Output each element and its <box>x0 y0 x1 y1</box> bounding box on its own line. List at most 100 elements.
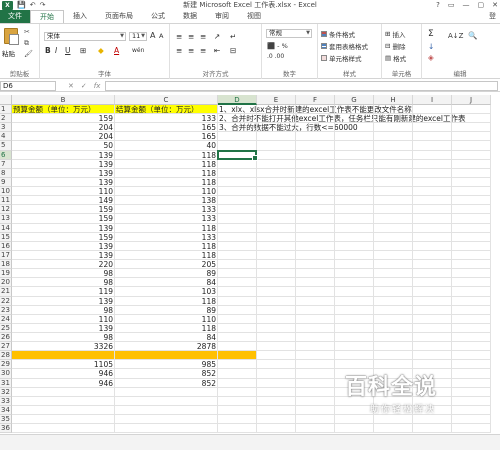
cell-c[interactable]: 2878 <box>115 342 218 351</box>
row-header[interactable]: 2 <box>0 114 12 124</box>
row-header[interactable]: 29 <box>0 360 12 370</box>
tab-data[interactable]: 数据 <box>174 10 206 23</box>
row-header[interactable]: 14 <box>0 223 12 233</box>
formula-input[interactable] <box>105 81 498 91</box>
align-center-icon[interactable]: ≡ <box>188 46 194 55</box>
row-header[interactable]: 36 <box>0 424 12 434</box>
row-header[interactable]: 23 <box>0 305 12 315</box>
insert-function-icon[interactable]: fx <box>94 81 101 91</box>
column-header-j[interactable]: J <box>452 95 491 105</box>
column-header-e[interactable]: E <box>257 95 296 105</box>
cell-c[interactable] <box>115 415 218 424</box>
row-header[interactable]: 33 <box>0 396 12 406</box>
tab-page-layout[interactable]: 页面布局 <box>96 10 142 23</box>
minimize-icon[interactable]: — <box>463 0 470 10</box>
autosum-icon[interactable]: Σ <box>428 29 434 39</box>
row-header[interactable]: 34 <box>0 405 12 416</box>
tab-insert[interactable]: 插入 <box>64 10 96 23</box>
insert-cells-button[interactable]: ⊞ 插入 <box>385 29 405 39</box>
bold-button[interactable]: B <box>45 46 51 55</box>
cell-c[interactable]: 118 <box>115 160 218 169</box>
row-header[interactable]: 32 <box>0 387 12 397</box>
column-header-d[interactable]: D <box>218 95 257 105</box>
cell-c[interactable]: 110 <box>115 315 218 324</box>
row-header[interactable]: 25 <box>0 323 12 333</box>
fill-down-icon[interactable]: ↓ <box>428 42 434 51</box>
copy-icon[interactable]: ⧉ <box>24 39 29 48</box>
row-header[interactable]: 27 <box>0 342 12 352</box>
tab-home[interactable]: 开始 <box>30 10 64 23</box>
orientation-icon[interactable]: ↗ <box>214 32 220 41</box>
cell-c[interactable]: 118 <box>115 224 218 233</box>
ribbon-display-icon[interactable]: ▭ <box>448 0 455 10</box>
row-header[interactable]: 5 <box>0 141 12 151</box>
align-right-icon[interactable]: ≡ <box>200 46 206 55</box>
cell-c[interactable]: 133 <box>115 114 218 123</box>
cell-b[interactable]: 159 <box>12 214 115 223</box>
row-header[interactable]: 21 <box>0 287 12 297</box>
row-header[interactable]: 1 <box>0 105 12 115</box>
cell-c[interactable]: 结算金额（单位：万元） <box>116 105 219 114</box>
cell-b[interactable]: 3326 <box>12 342 115 351</box>
cell-b[interactable]: 110 <box>12 315 115 324</box>
delete-cells-button[interactable]: ⊟ 删除 <box>385 41 405 51</box>
conditional-format-button[interactable]: 条件格式 <box>321 29 355 39</box>
italic-button[interactable]: I <box>55 46 57 55</box>
font-color-icon[interactable]: A <box>114 46 119 55</box>
cell-b[interactable]: 98 <box>12 278 115 287</box>
cell-c[interactable]: 103 <box>115 287 218 296</box>
cancel-icon[interactable]: ✕ <box>68 81 74 91</box>
row-header[interactable]: 28 <box>0 351 12 361</box>
sort-filter-icon[interactable]: A↓Z <box>448 32 463 40</box>
phonetic-icon[interactable]: wén <box>132 47 144 54</box>
cell-c[interactable] <box>115 424 218 433</box>
note-text[interactable]: 1、xlx、xlsx合并时新建的excel工作表不能更改文件名称 <box>219 105 412 114</box>
cell-b[interactable]: 110 <box>12 187 115 196</box>
row-header[interactable]: 18 <box>0 260 12 270</box>
row-header[interactable]: 31 <box>0 378 12 388</box>
column-header-h[interactable]: H <box>374 95 413 105</box>
cell-b[interactable]: 139 <box>12 178 115 187</box>
enter-icon[interactable]: ✓ <box>81 81 87 91</box>
cell-c[interactable] <box>115 388 218 397</box>
cell-b[interactable]: 98 <box>12 306 115 315</box>
cell-c[interactable]: 89 <box>115 306 218 315</box>
cell-b[interactable]: 1105 <box>12 360 115 369</box>
cell-c[interactable]: 118 <box>115 251 218 260</box>
cell-b[interactable]: 139 <box>12 324 115 333</box>
paste-button[interactable]: 粘贴 <box>2 48 15 58</box>
cell-b[interactable]: 159 <box>12 205 115 214</box>
row-header[interactable]: 3 <box>0 123 12 133</box>
cell-b[interactable]: 139 <box>12 224 115 233</box>
cell-c[interactable]: 165 <box>115 132 218 141</box>
column-header-f[interactable]: F <box>296 95 335 105</box>
tab-file[interactable]: 文件 <box>0 10 30 23</box>
column-header-i[interactable]: I <box>413 95 452 105</box>
clear-icon[interactable]: ◈ <box>428 53 434 62</box>
cell-c[interactable]: 89 <box>115 269 218 278</box>
cell-b[interactable] <box>12 424 115 433</box>
cell-b[interactable]: 139 <box>12 242 115 251</box>
find-select-icon[interactable]: 🔍 <box>468 31 477 40</box>
column-header-b[interactable]: B <box>12 95 115 105</box>
cell-c[interactable]: 852 <box>115 379 218 388</box>
row-header[interactable]: 10 <box>0 187 12 197</box>
active-cell-selection[interactable] <box>217 149 258 161</box>
cell-c[interactable]: 118 <box>115 297 218 306</box>
decimal-icons[interactable]: .0 .00 <box>267 53 284 60</box>
tab-view[interactable]: 视图 <box>238 10 270 23</box>
cell-b[interactable]: 204 <box>12 132 115 141</box>
tab-review[interactable]: 审阅 <box>206 10 238 23</box>
underline-button[interactable]: U <box>65 46 71 55</box>
cell-b[interactable]: 预算金额（单位：万元） <box>13 105 116 114</box>
merge-center-icon[interactable]: ⊟ <box>230 46 236 55</box>
cell-b[interactable] <box>12 351 115 360</box>
row-header[interactable]: 11 <box>0 196 12 206</box>
cell-b[interactable] <box>12 406 115 415</box>
cell-b[interactable]: 159 <box>12 233 115 242</box>
format-as-table-button[interactable]: 套用表格格式 <box>321 41 368 51</box>
row-header[interactable]: 30 <box>0 369 12 379</box>
close-icon[interactable]: ✕ <box>492 0 498 10</box>
align-middle-icon[interactable]: ≡ <box>188 32 194 41</box>
cell-c[interactable]: 40 <box>115 141 218 150</box>
